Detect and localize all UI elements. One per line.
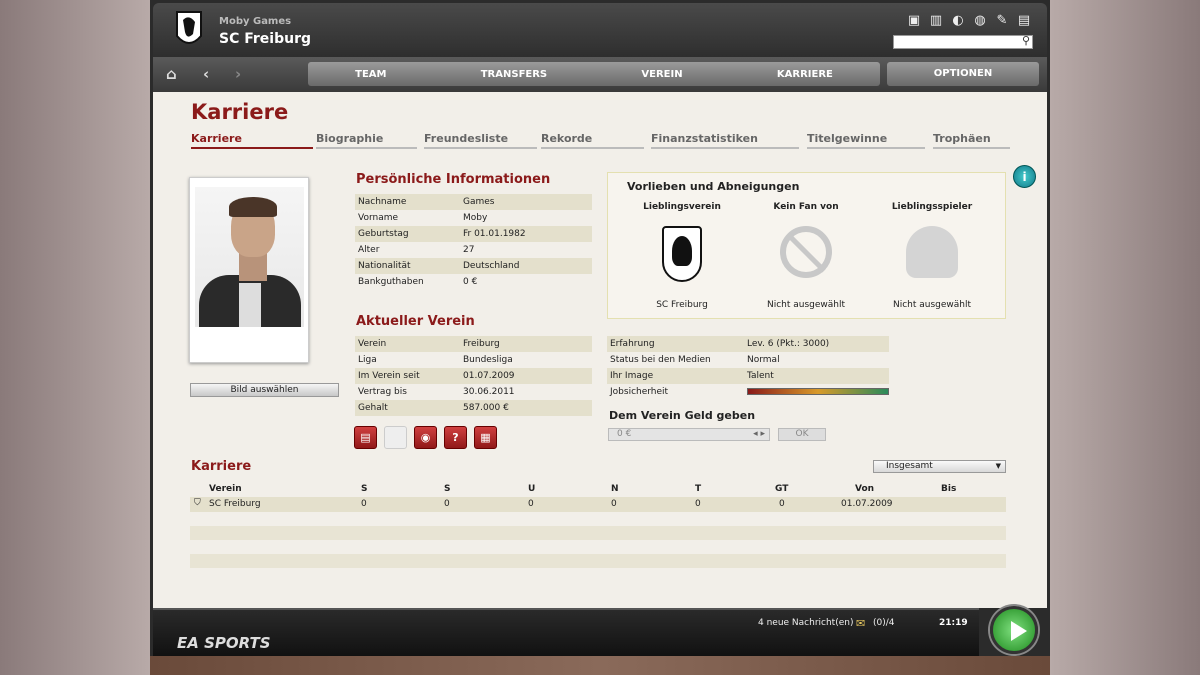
header-title: SC Freiburg: [219, 31, 312, 47]
tools-icon[interactable]: ✎: [993, 12, 1011, 30]
manager-photo: [189, 177, 309, 363]
contract-icon[interactable]: ▤: [354, 426, 377, 449]
club-logo-icon: [176, 11, 202, 44]
personal-info-table: Nachname Games Vorname Moby Geburtstag Fr 0…: [355, 194, 592, 290]
tab-transfers[interactable]: TRANSFERS: [481, 69, 547, 80]
mail-icon[interactable]: ✉: [856, 617, 865, 630]
preferences-title: Vorlieben und Abneigungen: [627, 180, 800, 193]
clock: 21:19: [939, 618, 968, 628]
main-tabs: TEAM TRANSFERS VEREIN KARRIERE: [308, 62, 880, 86]
give-money-title: Dem Verein Geld geben: [609, 409, 756, 422]
globe-icon[interactable]: ◍: [971, 12, 989, 30]
empty-slot-icon: [384, 426, 407, 449]
messages-text[interactable]: 4 neue Nachricht(en): [758, 618, 853, 628]
career-title: Karriere: [191, 459, 252, 474]
career-table: Verein S S U N T GT Von Bis ⛉ SC Freibur…: [190, 482, 1006, 512]
main-content: Karriere Karriere Biographie Freundeslis…: [153, 92, 1047, 608]
refresh-icon[interactable]: ◐: [949, 12, 967, 30]
table-row[interactable]: ⛉ SC Freiburg 0 0 0 0 0 0 01.07.2009: [190, 497, 1006, 512]
subtab-rekorde[interactable]: Rekorde: [541, 132, 644, 149]
table-row: Bankguthaben 0 €: [358, 277, 478, 287]
subtab-karriere[interactable]: Karriere: [191, 132, 313, 149]
subtab-titelgewinne[interactable]: Titelgewinne: [807, 132, 925, 149]
stats-table: Erfahrung Lev. 6 (Pkt.: 3000) Status bei …: [607, 336, 889, 400]
table-row: Vertrag bis 30.06.2011: [358, 387, 515, 397]
table-row: Gehalt 587.000 €: [355, 400, 592, 416]
favorite-club[interactable]: Lieblingsverein SC Freiburg: [622, 202, 742, 310]
ea-sports-logo: EA SPORTS: [177, 634, 271, 652]
preferences-panel: Vorlieben und Abneigungen Lieblingsverei…: [607, 172, 1006, 319]
table-row: Nationalität Deutschland: [355, 258, 592, 274]
not-fan-of[interactable]: Kein Fan von Nicht ausgewählt: [746, 202, 866, 310]
table-row: Verein Freiburg: [355, 336, 592, 352]
personal-info-title: Persönliche Informationen: [356, 172, 551, 187]
calendar-icon[interactable]: ▦: [474, 426, 497, 449]
table-row: Liga Bundesliga: [358, 355, 513, 365]
empty-row: [190, 554, 1006, 568]
continue-play-button[interactable]: [990, 606, 1038, 654]
tab-verein[interactable]: VEREIN: [641, 69, 682, 80]
subtabs: Karriere Biographie Freundesliste Rekord…: [191, 132, 1011, 150]
table-row: Alter 27: [358, 245, 475, 255]
chat-icon[interactable]: ◉: [414, 426, 437, 449]
club-mini-icon: ⛉: [194, 498, 201, 508]
empty-row: [190, 526, 1006, 540]
subtab-biographie[interactable]: Biographie: [316, 132, 417, 149]
subtab-trophaeen[interactable]: Trophäen: [933, 132, 1010, 149]
current-club-title: Aktueller Verein: [356, 314, 475, 329]
table-row: Erfahrung Lev. 6 (Pkt.: 3000): [607, 336, 889, 352]
header-subtitle: Moby Games: [219, 16, 292, 27]
table-row: Ihr Image Talent: [607, 368, 889, 384]
choose-image-button[interactable]: Bild auswählen: [190, 383, 339, 397]
question-icon[interactable]: ?: [444, 426, 467, 449]
current-club-table: Verein Freiburg Liga Bundesliga Im Verein …: [355, 336, 592, 416]
favorite-player[interactable]: Lieblingsspieler Nicht ausgewählt: [872, 202, 992, 310]
info-icon[interactable]: i: [1013, 165, 1036, 188]
subtab-finanzstatistiken[interactable]: Finanzstatistiken: [651, 132, 799, 149]
screen-icon[interactable]: ▣: [905, 12, 923, 30]
table-row: Nachname Games: [355, 194, 592, 210]
player-silhouette-icon: [906, 226, 958, 278]
chevron-down-icon: ▼: [995, 462, 1001, 470]
stats-icon[interactable]: ▥: [927, 12, 945, 30]
notes-icon[interactable]: ▤: [1015, 12, 1033, 30]
money-input[interactable]: 0 € ◂ ▸: [608, 428, 770, 441]
filter-dropdown[interactable]: Insgesamt ▼: [873, 460, 1006, 473]
status-bar: EA SPORTS 4 neue Nachricht(en) ✉ (0)/4 2…: [153, 608, 979, 656]
job-security-bar: [747, 388, 889, 395]
tab-karriere[interactable]: KARRIERE: [777, 69, 833, 80]
search-input[interactable]: ⚲: [893, 34, 1033, 49]
ok-button[interactable]: OK: [778, 428, 826, 441]
table-row: Jobsicherheit: [607, 384, 889, 400]
message-count: (0)/4: [873, 618, 895, 628]
page-title: Karriere: [191, 100, 289, 124]
header: Moby Games SC Freiburg ▣ ▥ ◐ ◍ ✎ ▤ ⚲: [153, 3, 1047, 57]
freiburg-crest-icon: [662, 226, 702, 282]
options-button[interactable]: OPTIONEN: [887, 62, 1039, 86]
home-icon[interactable]: ⌂: [166, 65, 177, 83]
action-buttons: ▤ ◉ ? ▦: [354, 426, 497, 449]
no-club-icon: [780, 226, 832, 278]
search-icon[interactable]: ⚲: [1022, 34, 1030, 47]
navbar: ⌂ ‹ › TEAM TRANSFERS VEREIN KARRIERE OPT…: [153, 57, 1047, 92]
table-row: Status bei den Medien Normal: [610, 355, 780, 365]
table-row: Geburtstag Fr 01.01.1982: [355, 226, 592, 242]
table-row: Vorname Moby: [358, 213, 488, 223]
forward-icon[interactable]: ›: [235, 65, 241, 83]
table-header: Verein S S U N T GT Von Bis: [209, 484, 957, 494]
tab-team[interactable]: TEAM: [355, 69, 386, 80]
stepper-icon[interactable]: ◂ ▸: [753, 429, 765, 440]
subtab-freundesliste[interactable]: Freundesliste: [424, 132, 537, 149]
back-icon[interactable]: ‹: [203, 65, 209, 83]
table-row: Im Verein seit 01.07.2009: [355, 368, 592, 384]
